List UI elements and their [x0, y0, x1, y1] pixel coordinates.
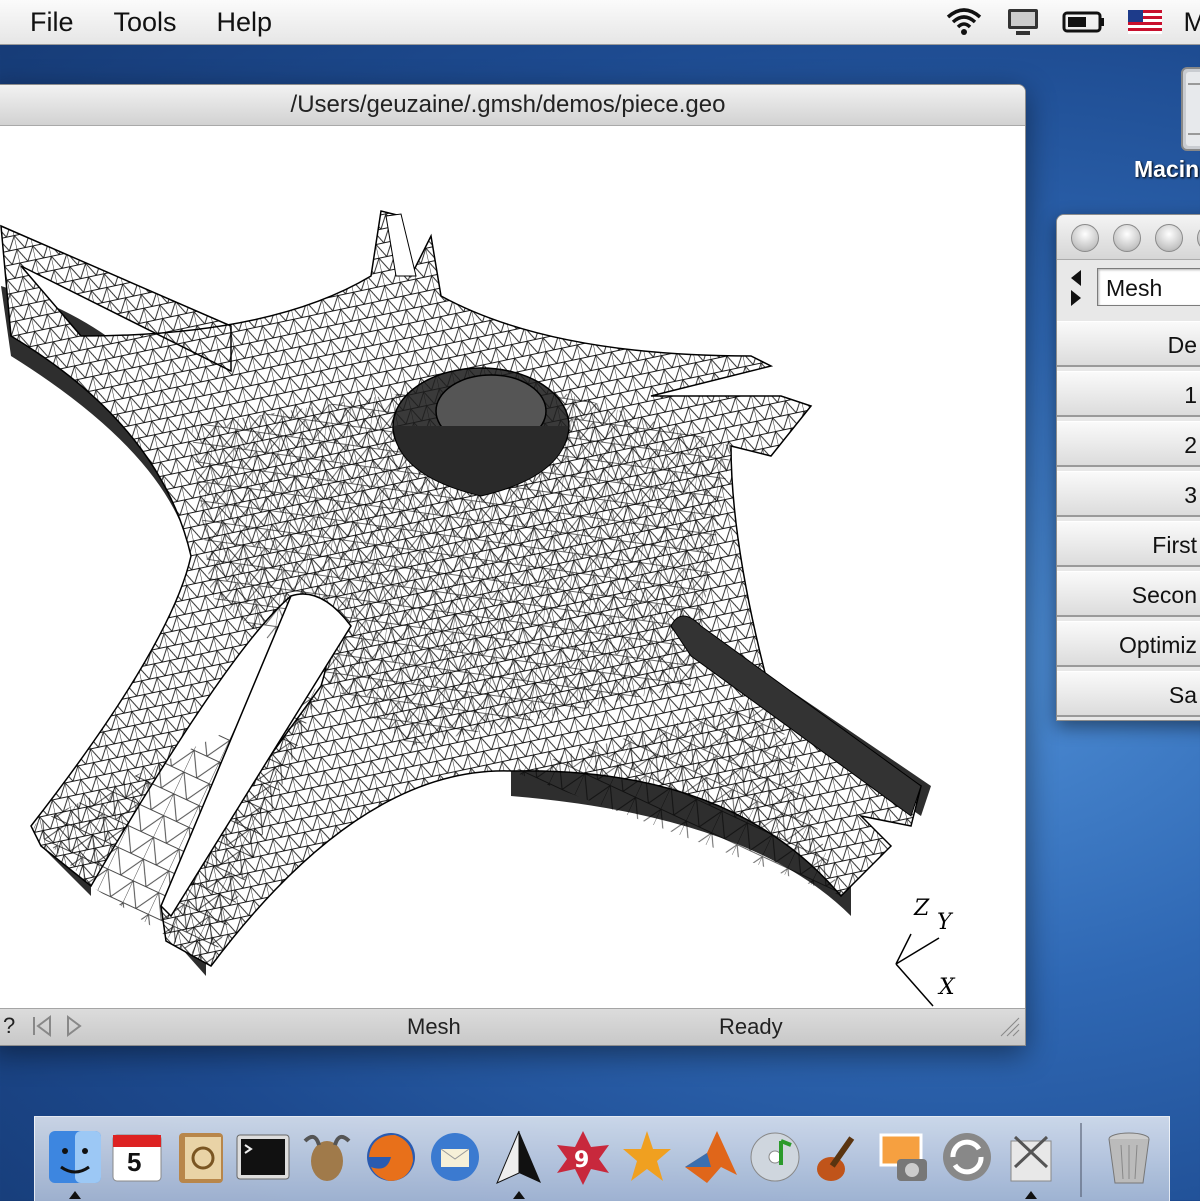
first-step-icon[interactable] [31, 1015, 53, 1042]
hard-drive-label: Macin [1134, 156, 1199, 183]
mesh-define-button[interactable]: De [1057, 321, 1200, 367]
minimize-button[interactable] [1113, 224, 1141, 252]
iphoto-icon[interactable] [873, 1127, 933, 1187]
module-select[interactable]: Mesh [1097, 268, 1200, 306]
terminal-icon[interactable] [233, 1127, 293, 1187]
menu-help[interactable]: Help [217, 7, 273, 38]
address-book-icon[interactable] [171, 1127, 231, 1187]
close-button[interactable] [1071, 224, 1099, 252]
maple-icon[interactable] [617, 1127, 677, 1187]
status-module: Mesh [407, 1014, 461, 1040]
module-row: Mesh [1057, 260, 1200, 316]
ical-icon[interactable]: 5 [107, 1127, 167, 1187]
firefox-icon[interactable] [361, 1127, 421, 1187]
save-button[interactable]: Sa [1057, 671, 1200, 717]
app-9-icon[interactable]: 9 [553, 1127, 613, 1187]
first-order-button[interactable]: First [1057, 521, 1200, 567]
gmsh-icon[interactable] [489, 1127, 549, 1187]
zoom-button[interactable] [1155, 224, 1183, 252]
trash-icon[interactable] [1099, 1127, 1159, 1187]
menu-user[interactable]: M [1184, 7, 1200, 38]
gnu-icon[interactable] [297, 1127, 357, 1187]
utility-running-indicator [1025, 1191, 1037, 1199]
menu-tools[interactable]: Tools [114, 7, 177, 38]
module-arrows-icon[interactable] [1067, 268, 1087, 313]
garageband-icon[interactable] [809, 1127, 869, 1187]
finder-running-indicator [69, 1191, 81, 1199]
axis-y-label: Y [937, 910, 952, 935]
window-title: /Users/geuzaine/.gmsh/demos/piece.geo [0, 85, 1025, 126]
play-icon[interactable] [65, 1015, 83, 1042]
mesh-canvas[interactable]: Z Y X [0, 126, 1025, 1008]
svg-text:9: 9 [574, 1148, 589, 1173]
battery-icon[interactable] [1062, 8, 1106, 36]
status-bar: ? Mesh Ready [0, 1008, 1025, 1045]
optimize-button[interactable]: Optimiz [1057, 621, 1200, 667]
ical-day: 5 [127, 1147, 141, 1178]
panel-titlebar [1057, 215, 1200, 260]
mesh-3d-button[interactable]: 3 [1057, 471, 1200, 517]
mesh-view[interactable] [0, 126, 1025, 1008]
display-icon[interactable] [1006, 7, 1040, 37]
gmsh-graphic-window: /Users/geuzaine/.gmsh/demos/piece.geo [0, 84, 1026, 1046]
itunes-icon[interactable] [745, 1127, 805, 1187]
matlab-icon[interactable] [681, 1127, 741, 1187]
wifi-icon[interactable] [944, 7, 984, 37]
mesh-1d-button[interactable]: 1 [1057, 371, 1200, 417]
hard-drive-icon[interactable] [1178, 64, 1200, 159]
sync-icon[interactable] [937, 1127, 997, 1187]
dock-separator [1080, 1123, 1082, 1197]
axis-z-label: Z [914, 896, 929, 921]
us-flag-icon[interactable] [1128, 10, 1162, 34]
thunderbird-icon[interactable] [425, 1127, 485, 1187]
resize-grip-icon[interactable] [997, 1014, 1021, 1043]
help-button[interactable]: ? [3, 1013, 15, 1039]
second-order-button[interactable]: Secon [1057, 571, 1200, 617]
menu-file[interactable]: File [30, 7, 74, 38]
axes-triad [896, 934, 939, 1006]
mesh-2d-button[interactable]: 2 [1057, 421, 1200, 467]
menu-panel-window: Mesh De 1 2 3 First Secon Optimiz Sa [1056, 214, 1200, 721]
finder-icon[interactable] [45, 1127, 105, 1187]
dock: 5 9 [34, 1116, 1170, 1201]
gmsh-running-indicator [513, 1191, 525, 1199]
status-message: Ready [719, 1014, 783, 1040]
utility-icon[interactable] [1001, 1127, 1061, 1187]
menu-bar: File Tools Help [0, 0, 1200, 45]
axis-x-label: X [939, 975, 955, 1000]
